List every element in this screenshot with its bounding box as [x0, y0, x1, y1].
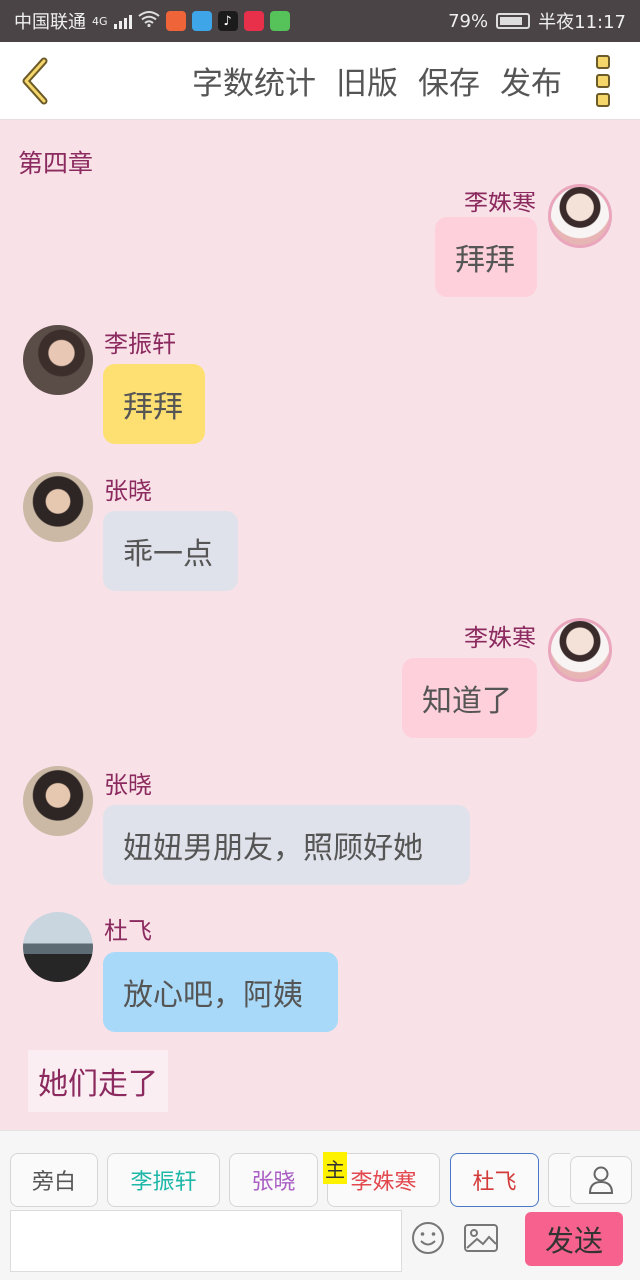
chat-bubble[interactable]: 妞妞男朋友，照顾好她	[103, 805, 470, 885]
sender-name: 杜飞	[104, 917, 152, 945]
emoji-button[interactable]	[408, 1218, 448, 1258]
message-text: 拜拜	[455, 243, 515, 278]
publish-button[interactable]: 发布	[500, 58, 562, 103]
avatar[interactable]	[548, 618, 612, 682]
app-icon	[165, 11, 186, 31]
network-type: 4G	[92, 14, 108, 28]
chat-bubble[interactable]: 乖一点	[103, 511, 238, 591]
app-icon	[191, 11, 212, 31]
message-text: 知道了	[422, 684, 512, 719]
narration-text: 她们走了	[38, 1067, 158, 1102]
app-icon	[243, 11, 264, 31]
chip-label: 李振轩	[130, 1170, 197, 1195]
chip-label: 张晓	[251, 1170, 296, 1195]
character-selector: 旁白 李振轩 张晓 李姝寒 杜飞	[10, 1153, 570, 1207]
avatar[interactable]	[23, 766, 93, 836]
sender-name: 李姝寒	[464, 624, 536, 652]
chip-label: 旁白	[31, 1170, 76, 1195]
chevron-left-icon	[22, 57, 48, 104]
more-vertical-icon[interactable]	[580, 54, 626, 107]
sender-name: 李振轩	[104, 330, 176, 358]
message-text: 拜拜	[123, 390, 183, 425]
send-button[interactable]: 发送	[525, 1212, 623, 1266]
character-manage-button[interactable]	[570, 1156, 632, 1204]
chat-bubble[interactable]: 拜拜	[435, 217, 537, 297]
message-text: 妞妞男朋友，照顾好她	[123, 831, 423, 866]
sender-name: 张晓	[104, 771, 152, 799]
top-toolbar: 字数统计 旧版 保存 发布	[0, 42, 640, 120]
sender-name: 李姝寒	[464, 188, 536, 216]
character-chip-zhang-xiao[interactable]: 张晓	[229, 1153, 318, 1207]
clock: 半夜11:17	[538, 12, 626, 33]
save-button[interactable]: 保存	[418, 58, 480, 103]
battery-percent: 79%	[448, 10, 489, 32]
wifi-icon	[137, 10, 160, 32]
status-bar: 中国联通 4G ♪ 79% 半夜11:17	[0, 0, 640, 42]
character-chip-li-zhenxuan[interactable]: 李振轩	[107, 1153, 220, 1207]
tiktok-icon: ♪	[217, 11, 238, 31]
narration-bubble[interactable]: 她们走了	[28, 1050, 168, 1112]
chat-bubble[interactable]: 拜拜	[103, 364, 205, 444]
character-chip-narrator[interactable]: 旁白	[10, 1153, 98, 1207]
chat-area: 第四章 李姝寒 拜拜 李振轩 拜拜 张晓 乖一点 李姝寒 知道了 张晓 妞妞男朋…	[0, 120, 640, 1130]
chapter-title: 第四章	[18, 149, 94, 178]
character-chip-more[interactable]	[548, 1153, 570, 1207]
chip-label: 杜飞	[472, 1170, 517, 1195]
signal-icon	[113, 13, 132, 29]
chat-bubble[interactable]: 知道了	[402, 658, 537, 738]
user-icon	[588, 1166, 614, 1194]
word-count-button[interactable]: 字数统计	[192, 58, 316, 103]
avatar[interactable]	[23, 472, 93, 542]
image-button[interactable]	[461, 1218, 501, 1258]
avatar[interactable]	[548, 184, 612, 248]
character-chip-du-fei[interactable]: 杜飞	[450, 1153, 539, 1207]
chat-bubble[interactable]: 放心吧，阿姨	[103, 952, 338, 1032]
main-character-badge: 主	[323, 1152, 347, 1184]
avatar[interactable]	[23, 912, 93, 982]
avatar[interactable]	[23, 325, 93, 395]
sender-name: 张晓	[104, 477, 152, 505]
carrier-label: 中国联通	[14, 12, 86, 33]
app-icon	[269, 11, 290, 31]
chip-label: 李姝寒	[350, 1170, 417, 1195]
back-button[interactable]	[0, 42, 70, 120]
old-version-button[interactable]: 旧版	[336, 58, 398, 103]
image-icon	[464, 1224, 498, 1252]
message-text: 乖一点	[123, 537, 213, 572]
message-input[interactable]	[10, 1210, 402, 1272]
message-text: 放心吧，阿姨	[123, 978, 303, 1013]
battery-icon	[496, 13, 531, 29]
smiley-icon	[412, 1222, 444, 1254]
